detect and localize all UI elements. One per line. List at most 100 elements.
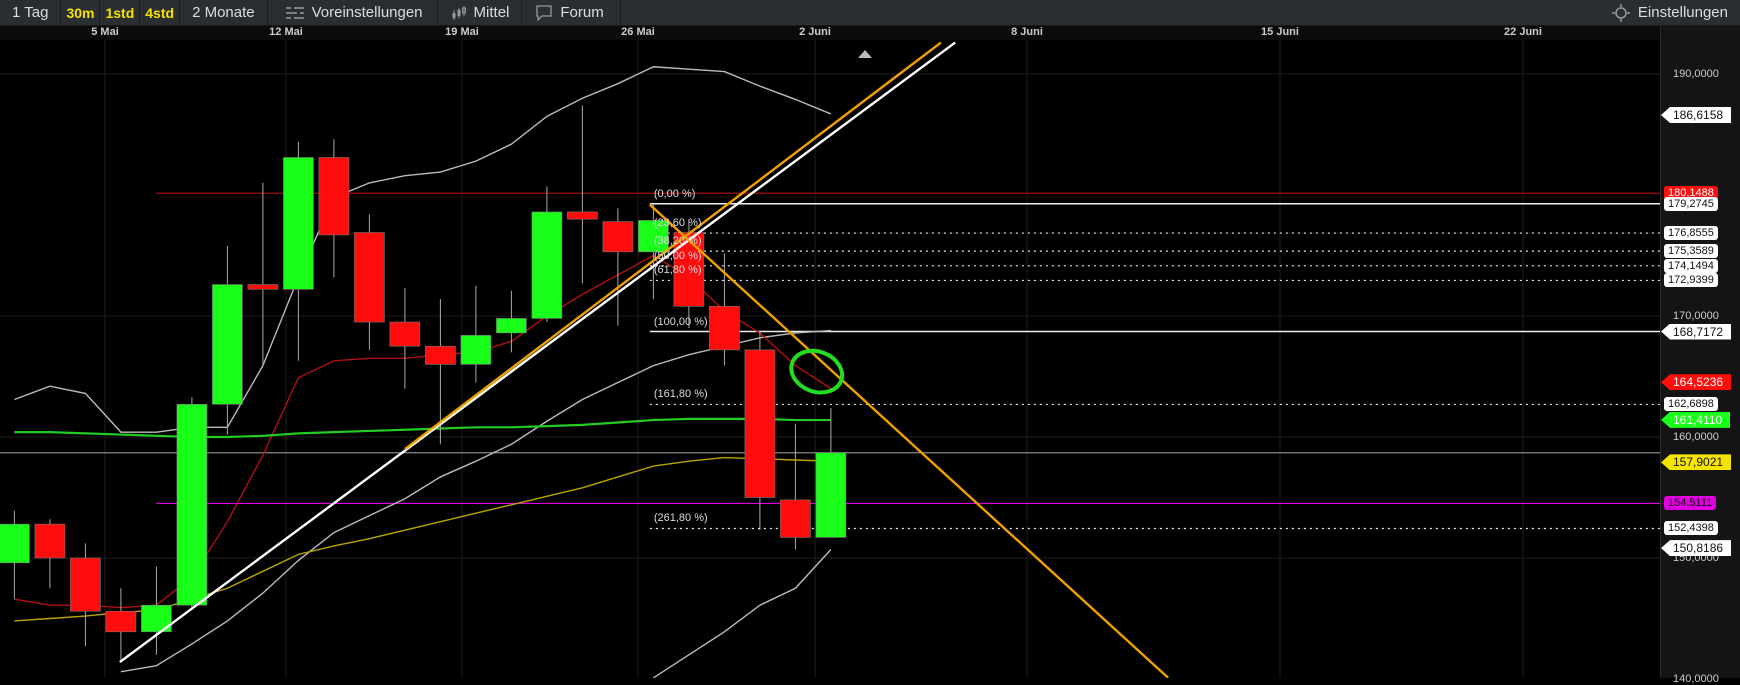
presets-button[interactable]: Voreinstellungen [268, 0, 438, 25]
candle [105, 588, 137, 660]
trendline [649, 203, 1169, 678]
forum-button[interactable]: Forum [522, 0, 621, 25]
price-tag: 162,6898 [1664, 397, 1718, 412]
date-label: 26 Mai [621, 26, 655, 38]
date-label: 8 Juni [1011, 26, 1043, 38]
speech-bubble-icon [536, 4, 553, 21]
indicator-upper_band [14, 66, 832, 433]
candle [709, 253, 740, 366]
trendline [119, 41, 956, 664]
range-select[interactable]: 2 Monate [180, 0, 268, 25]
candle [212, 245, 243, 435]
candle-body [780, 499, 811, 538]
price-tag: 168,7172 [1661, 323, 1732, 340]
candle [0, 510, 30, 600]
gear-icon [1611, 3, 1630, 22]
candle-body [744, 349, 776, 498]
settings-label: Einstellungen [1637, 4, 1728, 21]
candle-body [105, 610, 137, 633]
fibonacci-level-label: (100,00 %) [653, 315, 708, 328]
candle [815, 407, 847, 538]
candle-body [34, 523, 66, 559]
candle [531, 186, 563, 323]
candle-body [283, 157, 314, 290]
candle-body [602, 221, 634, 253]
fibonacci-level-label: (50,00 %) [653, 249, 702, 262]
date-label: 12 Mai [269, 26, 303, 38]
candle-body [567, 211, 598, 220]
annotation-circle [789, 348, 845, 395]
y-tick-label: 140,0000 [1673, 673, 1719, 685]
candle-body [247, 284, 279, 290]
interval-4std[interactable]: 4std [140, 0, 181, 25]
y-tick-label: 170,0000 [1673, 310, 1719, 322]
interval-1std[interactable]: 1std [100, 0, 141, 25]
fibonacci-level-label: (23,60 %) [653, 217, 702, 230]
candle [496, 290, 527, 353]
price-tag: 157,9021 [1661, 454, 1732, 471]
indicator-button[interactable]: Mittel [438, 0, 523, 25]
price-tag: 164,5236 [1661, 374, 1732, 391]
price-tag: 172,9399 [1664, 273, 1718, 288]
sliders-icon [285, 5, 304, 20]
candle-body [460, 335, 492, 365]
date-label: 15 Juni [1261, 26, 1299, 38]
candle-body [70, 557, 101, 612]
fibonacci-level-label: (261,80 %) [653, 512, 708, 525]
indicator-label: Mittel [473, 4, 510, 21]
period-select[interactable]: 1 Tag [0, 0, 62, 25]
date-axis: 5 Mai 12 Mai 19 Mai 26 Mai 2 Juni 8 Juni 15 Ju… [0, 26, 1660, 40]
fibonacci-level-label: (38,20 %) [653, 235, 702, 248]
price-tag: 176,8555 [1664, 226, 1718, 241]
date-label: 22 Juni [1504, 26, 1542, 38]
fibonacci-level-label: (0,00 %) [653, 187, 696, 200]
price-chart[interactable] [0, 0, 1660, 678]
candle-body [496, 318, 527, 334]
y-tick-label: 160,0000 [1673, 431, 1719, 443]
settings-button[interactable]: Einstellungen [1611, 0, 1728, 25]
date-label: 2 Juni [799, 26, 831, 38]
price-tag: 152,4398 [1664, 521, 1718, 536]
price-tag: 175,3589 [1664, 244, 1718, 259]
price-tag: 179,2745 [1664, 196, 1718, 211]
price-axis[interactable]: 190,0000 170,0000 160,0000 150,0000 140,0000… [1660, 26, 1740, 685]
candle [34, 519, 66, 589]
candle-body [176, 404, 208, 606]
date-label: 5 Mai [91, 26, 119, 38]
candle [389, 288, 421, 389]
candle [602, 208, 634, 326]
fibonacci-level-label: (61,80 %) [653, 264, 702, 277]
candle [283, 141, 314, 361]
marker-triangle-icon [858, 50, 872, 58]
toolbar: 1 Tag 30m 1std 4std 2 Monate Voreinstell… [0, 0, 1740, 26]
candle [460, 285, 492, 383]
candle-body [531, 211, 563, 319]
candle-body [389, 321, 421, 347]
price-tag: 154,5111 [1664, 496, 1717, 511]
candle [567, 105, 598, 284]
price-tag: 161,4110 [1661, 411, 1731, 428]
candle [318, 139, 350, 278]
presets-label: Voreinstellungen [311, 4, 423, 21]
candle [780, 423, 811, 550]
price-tag: 174,1494 [1664, 258, 1718, 273]
candle [70, 543, 101, 647]
price-tag: 150,8186 [1661, 540, 1732, 557]
candle [744, 330, 776, 531]
forum-label: Forum [560, 4, 604, 21]
price-tag: 186,6158 [1661, 106, 1732, 123]
date-label: 19 Mai [445, 26, 479, 38]
interval-30m[interactable]: 30m [61, 0, 101, 25]
indicator-lower_band [653, 549, 832, 678]
candle [354, 214, 385, 350]
candle-body [212, 284, 243, 405]
candle-body [709, 306, 740, 351]
indicator-sma_yellow [14, 456, 831, 622]
candlestick-icon [452, 5, 466, 20]
candle-body [815, 452, 847, 538]
candle-body [425, 345, 456, 365]
fibonacci-level-label: (161,80 %) [653, 388, 708, 401]
candle [176, 397, 208, 611]
candle-body [354, 232, 385, 323]
y-tick-label: 190,0000 [1673, 68, 1719, 80]
